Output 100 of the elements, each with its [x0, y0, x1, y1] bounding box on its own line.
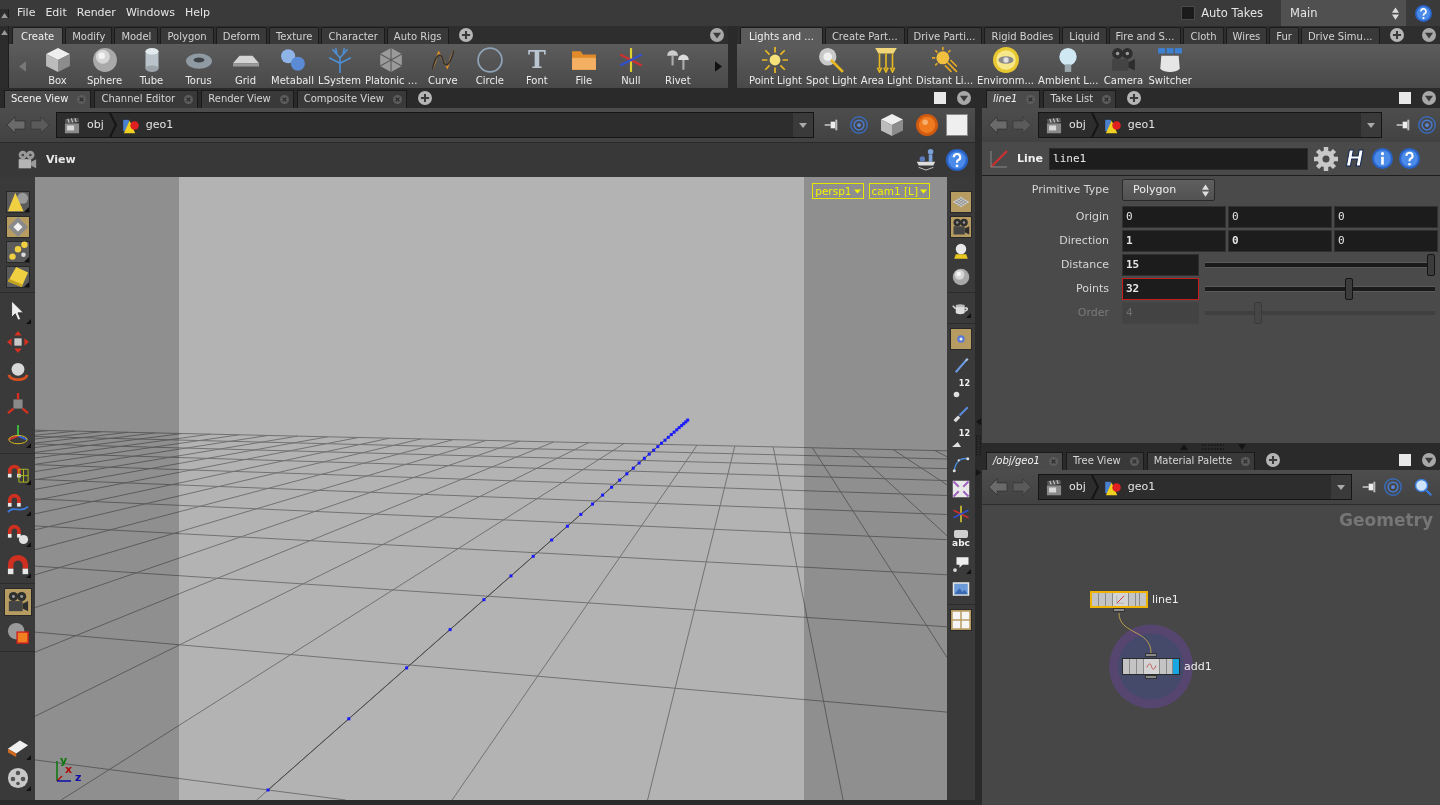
shelf-tab[interactable]: Model — [114, 27, 159, 44]
dropdown-icon[interactable] — [1422, 91, 1436, 105]
shelf-tab[interactable]: Liquid — [1062, 27, 1107, 44]
path-segment[interactable]: obj — [63, 116, 104, 134]
pane-tab[interactable]: /obj/geo1 — [986, 452, 1063, 470]
help-icon[interactable] — [1398, 148, 1420, 169]
shelf-tool-button[interactable]: Grid — [222, 44, 269, 88]
pane-tab[interactable]: Material Palette — [1146, 452, 1256, 470]
viewport-tool-button[interactable] — [950, 328, 972, 350]
parameter-field[interactable]: 1 — [1122, 230, 1226, 252]
help-icon[interactable] — [1414, 4, 1432, 22]
viewport-tool-button[interactable] — [950, 216, 972, 238]
dropdown-icon[interactable] — [957, 91, 971, 105]
path-segment[interactable]: geo1 — [1103, 478, 1156, 496]
toolbar-grip[interactable] — [0, 26, 9, 88]
shelf-tool-button[interactable]: Platonic ... — [363, 44, 420, 88]
shelf-tool-button[interactable]: Ambient L... — [1036, 44, 1101, 88]
shelf-tool-button[interactable]: Switcher — [1146, 44, 1194, 88]
viewport-tool-button[interactable] — [950, 266, 972, 288]
slider-thumb[interactable] — [1427, 254, 1435, 276]
viewport-tool-button[interactable]: abc — [950, 528, 972, 550]
dropdown-icon[interactable] — [710, 28, 724, 42]
viewport-tool-button[interactable]: 12 — [950, 378, 972, 400]
scroll-right-icon[interactable] — [715, 60, 722, 72]
viewport-tool-button[interactable] — [950, 191, 972, 213]
shelf-tab[interactable]: Character — [321, 27, 385, 44]
shelf-tab[interactable]: Cloth — [1183, 27, 1224, 44]
add-icon[interactable] — [1266, 453, 1281, 467]
parameter-field[interactable]: 15 — [1122, 254, 1199, 276]
dropdown-icon[interactable] — [1422, 28, 1436, 42]
shelf-tab[interactable]: Auto Rigs — [386, 27, 449, 44]
menu-item[interactable]: Help — [180, 4, 216, 22]
node-tile[interactable] — [1122, 658, 1180, 675]
shelf-tab[interactable]: Rigid Bodies — [984, 27, 1061, 44]
shelf-tab[interactable]: Polygon — [160, 27, 214, 44]
shelf-tool-button[interactable]: Null — [607, 44, 655, 88]
shelf-tab[interactable]: Create Part... — [824, 27, 905, 44]
shelf-tool-button[interactable]: Spot Light — [803, 44, 859, 88]
shelf-tab[interactable]: Drive Parti... — [906, 27, 983, 44]
path-bar[interactable]: obj geo1 — [1038, 112, 1382, 138]
shelf-tool-button[interactable]: Circle — [466, 44, 514, 88]
add-icon[interactable] — [1389, 28, 1404, 42]
parameter-field[interactable]: 0 — [1122, 206, 1226, 228]
shelf-tool-button[interactable]: Camera — [1100, 44, 1147, 88]
output-port[interactable] — [1113, 608, 1125, 612]
menu-item[interactable]: Windows — [120, 4, 180, 22]
pane-tab[interactable]: Channel Editor — [94, 90, 199, 108]
path-segment[interactable]: obj — [1045, 116, 1086, 134]
shelf-tab[interactable]: Fire and S... — [1108, 27, 1182, 44]
viewport-tool-button[interactable] — [950, 478, 972, 500]
viewport-tool-button[interactable] — [3, 588, 32, 616]
shelf-tool-button[interactable]: Area Light — [858, 44, 914, 88]
auto-takes-checkbox[interactable] — [1181, 6, 1196, 20]
path-segment[interactable]: geo1 — [1103, 116, 1156, 134]
node-tile[interactable] — [1090, 591, 1148, 608]
path-segment[interactable]: geo1 — [121, 116, 174, 134]
swatch-icon[interactable] — [946, 114, 968, 136]
shelf-tab[interactable]: Deform — [215, 27, 267, 44]
shelf-tool-button[interactable]: Torus — [175, 44, 222, 88]
info-icon[interactable] — [1371, 148, 1393, 169]
shelf-tab[interactable]: Create — [12, 27, 64, 44]
node-name-field[interactable]: line1 — [1049, 147, 1309, 170]
path-segment[interactable]: obj — [1045, 478, 1086, 496]
shelf-tab[interactable]: Wires — [1225, 27, 1268, 44]
gear-icon[interactable] — [1314, 146, 1339, 171]
pane-tab[interactable]: Tree View — [1065, 452, 1144, 470]
shelf-tab[interactable]: Drive Simu... — [1300, 27, 1380, 44]
sphere-icon[interactable] — [916, 114, 938, 136]
viewport-tool-button[interactable] — [5, 191, 30, 213]
shelf-tool-button[interactable]: Distant Li... — [914, 44, 976, 88]
parameter-field[interactable]: 32 — [1122, 278, 1199, 300]
pane-tab[interactable]: Take List — [1043, 90, 1117, 108]
parameter-menu[interactable]: Polygon — [1122, 179, 1215, 201]
shelf-tool-button[interactable]: Tube — [128, 44, 175, 88]
add-icon[interactable] — [1127, 91, 1142, 105]
shelf-tab[interactable]: Lights and ... — [740, 27, 823, 44]
shelf-tab[interactable]: Fur — [1269, 27, 1299, 44]
viewport-tool-button[interactable] — [5, 216, 30, 238]
shelf-tab[interactable]: Texture — [268, 27, 320, 44]
viewport-tool-button[interactable] — [950, 609, 972, 631]
parameter-field[interactable]: 0 — [1334, 230, 1438, 252]
add-icon[interactable] — [418, 91, 433, 105]
shelf-tool-button[interactable]: T Font — [513, 44, 561, 88]
shelf-tool-button[interactable]: Rivet — [654, 44, 702, 88]
pane-tab[interactable]: Composite View — [296, 90, 408, 108]
toolbar-grip[interactable] — [0, 8, 9, 18]
add-icon[interactable] — [458, 28, 473, 42]
pane-tab[interactable]: Render View — [201, 90, 294, 108]
shelf-tool-button[interactable]: LSystem — [316, 44, 363, 88]
script-button[interactable]: H — [1344, 146, 1366, 171]
help-icon[interactable] — [946, 149, 968, 171]
viewport-tool-button[interactable] — [5, 241, 30, 263]
splitter-handle-icon[interactable] — [1180, 442, 1246, 451]
shelf-tool-button[interactable]: File — [560, 44, 608, 88]
menu-item[interactable]: File — [12, 4, 41, 22]
input-port[interactable] — [1145, 653, 1157, 657]
pane-tab[interactable]: Scene View — [4, 90, 92, 108]
search-icon[interactable] — [1414, 478, 1432, 496]
viewport-tool-button[interactable] — [5, 266, 30, 288]
path-bar[interactable]: obj geo1 — [56, 112, 814, 138]
